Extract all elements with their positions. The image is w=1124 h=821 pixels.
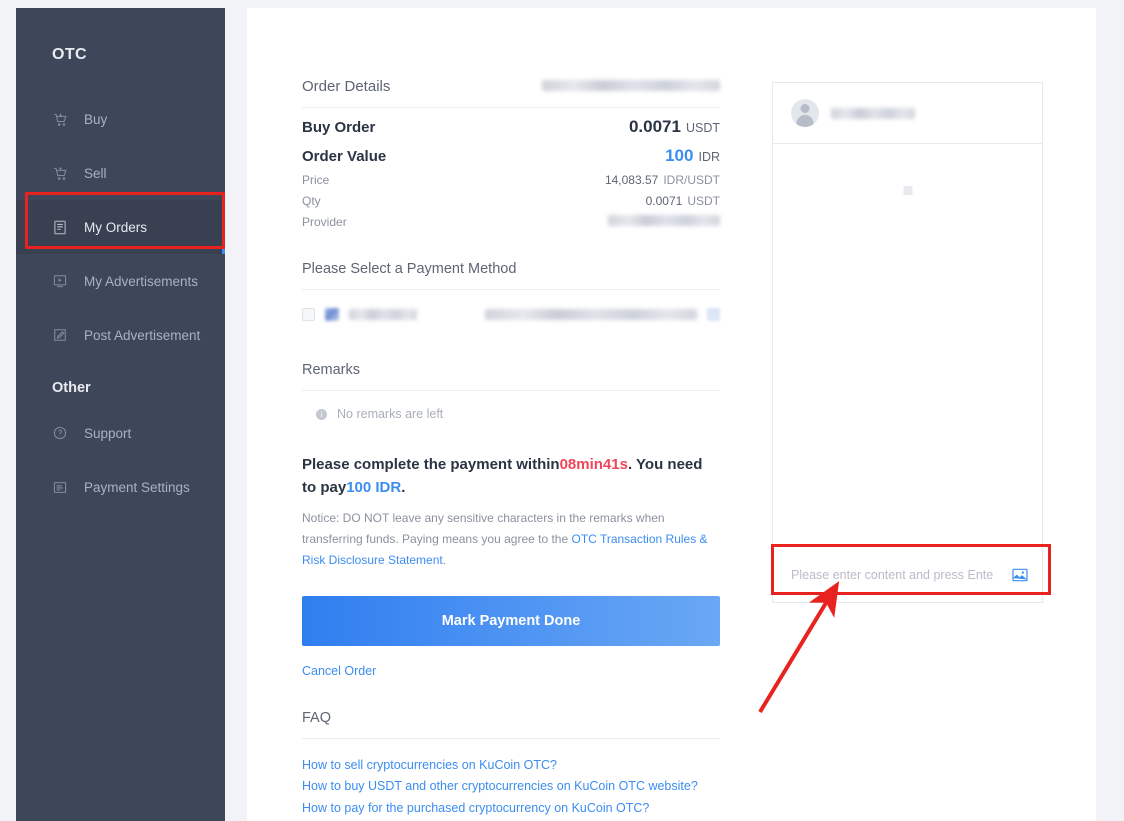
sidebar-item-my-advertisements[interactable]: My Advertisements — [16, 254, 225, 308]
faq-list: How to sell cryptocurrencies on KuCoin O… — [302, 739, 720, 820]
payment-method-detail-masked — [485, 308, 697, 320]
sidebar: OTC Buy Sell My Orders My Advertisements… — [16, 8, 225, 821]
remarks-title: Remarks — [302, 362, 361, 378]
remarks-empty-text: No remarks are left — [337, 407, 444, 421]
order-panel: Order Details Buy Order 0.0071 USDT Order… — [302, 78, 720, 819]
avatar — [791, 99, 819, 127]
chat-input[interactable] — [791, 567, 1004, 582]
sidebar-item-label: My Orders — [84, 219, 148, 235]
buy-order-label: Buy Order — [302, 119, 376, 136]
cart-up-icon — [52, 165, 68, 181]
chat-header — [773, 83, 1042, 144]
order-value-amount-wrap: 100 IDR — [665, 146, 720, 166]
provider-row: Provider — [302, 208, 720, 229]
price-row: Price 14,083.57 IDR/USDT — [302, 166, 720, 187]
faq-item[interactable]: How to buy USDT and other cryptocurrenci… — [302, 776, 720, 798]
mark-payment-done-button[interactable]: Mark Payment Done — [302, 595, 720, 646]
order-value-row: Order Value 100 IDR — [302, 137, 720, 166]
sidebar-item-label: Sell — [84, 165, 107, 181]
notice-prefix: Please complete the payment within — [302, 456, 560, 473]
order-value-unit: IDR — [698, 150, 720, 164]
sidebar-nav: Buy Sell My Orders My Advertisements Pos… — [16, 92, 225, 514]
order-value-amount: 100 — [665, 146, 694, 165]
payment-method-title: Please Select a Payment Method — [302, 261, 517, 277]
main-card: Order Details Buy Order 0.0071 USDT Order… — [247, 8, 1096, 821]
provider-value-masked — [608, 215, 720, 226]
buy-order-row: Buy Order 0.0071 USDT — [302, 108, 720, 137]
bank-logo-icon — [325, 307, 339, 321]
buy-order-unit: USDT — [685, 121, 720, 135]
chat-panel — [772, 82, 1043, 603]
question-circle-icon — [52, 425, 68, 441]
qty-unit: USDT — [687, 194, 720, 208]
counterparty-name-masked — [831, 107, 915, 119]
chat-message-list — [773, 144, 1042, 546]
order-details-title: Order Details — [302, 78, 391, 95]
orders-list-icon — [52, 219, 68, 235]
sidebar-item-support[interactable]: Support — [16, 406, 225, 460]
payment-notice-small: Notice: DO NOT leave any sensitive chara… — [302, 508, 720, 571]
faq-title: FAQ — [302, 709, 332, 726]
price-label: Price — [302, 173, 330, 187]
sidebar-item-label: Payment Settings — [84, 479, 190, 495]
countdown-timer: 08min41s — [559, 456, 628, 473]
sidebar-item-label: Post Advertisement — [84, 327, 201, 343]
remarks-empty: i No remarks are left — [302, 391, 720, 421]
provider-label: Provider — [302, 215, 347, 229]
notice-suffix: . — [401, 479, 406, 497]
info-icon: i — [316, 408, 327, 420]
qty-value: 0.0071 — [645, 194, 683, 208]
cart-down-icon — [52, 111, 68, 127]
sidebar-item-sell[interactable]: Sell — [16, 146, 225, 200]
chevron-right-icon[interactable] — [707, 307, 720, 321]
notice-small-suffix: . — [442, 552, 447, 567]
image-upload-icon[interactable] — [1012, 568, 1028, 582]
faq-item[interactable]: How to sell cryptocurrencies on KuCoin O… — [302, 755, 720, 777]
faq-item[interactable]: How to pay for the purchased cryptocurre… — [302, 798, 720, 820]
sidebar-item-buy[interactable]: Buy — [16, 92, 225, 146]
payment-method-row[interactable] — [302, 290, 720, 330]
sidebar-item-post-advertisement[interactable]: Post Advertisement — [16, 308, 225, 362]
edit-square-icon — [52, 327, 68, 343]
price-unit: IDR/USDT — [663, 173, 720, 187]
price-value-wrap: 14,083.57 IDR/USDT — [605, 173, 720, 187]
sidebar-section-other: Other — [52, 380, 91, 396]
order-id-masked — [542, 80, 720, 91]
qty-value-wrap: 0.0071 USDT — [646, 194, 720, 208]
qty-label: Qty — [302, 194, 321, 208]
chat-input-bar[interactable] — [773, 546, 1042, 602]
payment-countdown-notice: Please complete the payment within08min4… — [302, 453, 720, 500]
order-value-label: Order Value — [302, 148, 387, 165]
sidebar-item-label: Support — [84, 425, 132, 441]
payment-method-checkbox[interactable] — [302, 307, 315, 321]
sidebar-brand: OTC — [52, 46, 87, 63]
price-value: 14,083.57 — [604, 173, 659, 187]
qty-row: Qty 0.0071 USDT — [302, 187, 720, 208]
buy-order-value: 0.0071 USDT — [629, 117, 720, 137]
order-details-header: Order Details — [302, 78, 720, 107]
app-root: OTC Buy Sell My Orders My Advertisements… — [0, 0, 1124, 821]
sidebar-item-my-orders[interactable]: My Orders — [16, 200, 225, 254]
payable-amount: 100 IDR — [346, 479, 402, 497]
advertisement-icon — [52, 273, 68, 289]
buy-order-amount: 0.0071 — [628, 117, 681, 136]
sidebar-item-payment-settings[interactable]: Payment Settings — [16, 460, 225, 514]
payment-card-icon — [52, 479, 68, 495]
sidebar-item-label: My Advertisements — [84, 273, 199, 289]
sidebar-item-label: Buy — [84, 111, 108, 127]
cancel-order-link[interactable]: Cancel Order — [302, 664, 376, 678]
payment-method-name-masked — [349, 308, 417, 320]
chat-placeholder-mark — [903, 186, 912, 195]
